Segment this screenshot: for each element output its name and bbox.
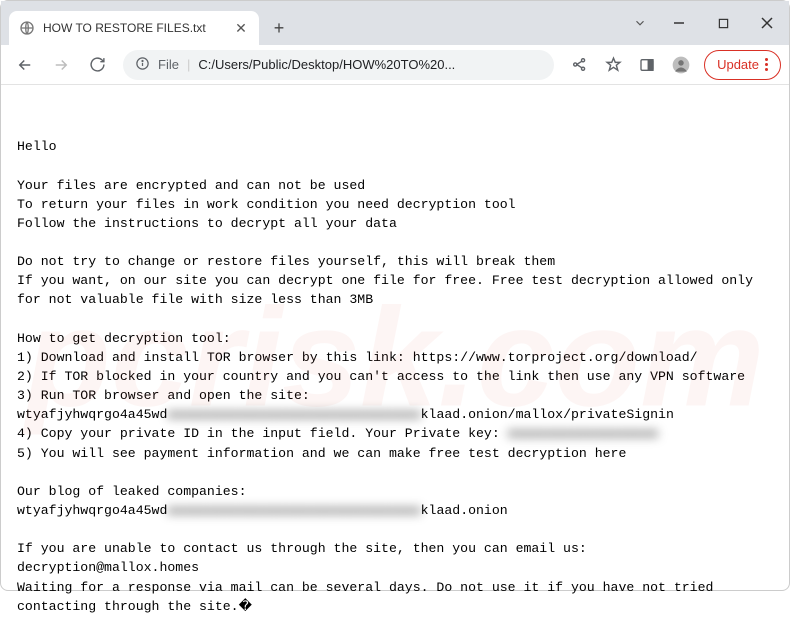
text-greeting: Hello bbox=[17, 139, 57, 154]
url-scheme-label: File bbox=[158, 57, 179, 72]
text-contact: Waiting for a response via mail can be s… bbox=[17, 580, 721, 614]
url-path: C:/Users/Public/Desktop/HOW%20TO%20... bbox=[198, 57, 542, 72]
text-howto-title: How to get decryption tool: bbox=[17, 331, 231, 346]
browser-tab[interactable]: HOW TO RESTORE FILES.txt ✕ bbox=[9, 11, 259, 45]
redacted-text: aaaaaaaaaaaaaaaaaaaaaaaaaaaaaaaa bbox=[167, 407, 420, 422]
share-button[interactable] bbox=[564, 50, 594, 80]
text-step: 1) Download and install TOR browser by t… bbox=[17, 350, 698, 365]
back-button[interactable] bbox=[9, 49, 41, 81]
menu-icon bbox=[765, 58, 768, 71]
text-contact: If you are unable to contact us through … bbox=[17, 541, 587, 556]
window-controls bbox=[623, 1, 789, 45]
tab-title: HOW TO RESTORE FILES.txt bbox=[43, 21, 225, 35]
onion-url-prefix: wtyafjyhwqrgo4a45wd bbox=[17, 503, 167, 518]
info-icon bbox=[135, 56, 150, 74]
bookmark-button[interactable] bbox=[598, 50, 628, 80]
update-label: Update bbox=[717, 57, 759, 72]
tab-close-button[interactable]: ✕ bbox=[233, 20, 249, 36]
redacted-private-key: aaaaaaaaaaaaaaaaaaa bbox=[508, 426, 658, 441]
globe-icon bbox=[19, 20, 35, 36]
text-step: 3) Run TOR browser and open the site: bbox=[17, 388, 310, 403]
forward-button[interactable] bbox=[45, 49, 77, 81]
maximize-button[interactable] bbox=[701, 6, 745, 40]
text-blog-title: Our blog of leaked companies: bbox=[17, 484, 247, 499]
new-tab-button[interactable]: + bbox=[265, 14, 293, 42]
tab-search-button[interactable] bbox=[623, 6, 657, 40]
text-line: To return your files in work condition y… bbox=[17, 197, 516, 212]
text-step: 2) If TOR blocked in your country and yo… bbox=[17, 369, 745, 384]
address-bar[interactable]: File | C:/Users/Public/Desktop/HOW%20TO%… bbox=[123, 50, 554, 80]
reload-button[interactable] bbox=[81, 49, 113, 81]
titlebar: HOW TO RESTORE FILES.txt ✕ + bbox=[1, 1, 789, 45]
text-step: 4) Copy your private ID in the input fie… bbox=[17, 426, 508, 441]
text-line: Your files are encrypted and can not be … bbox=[17, 178, 365, 193]
side-panel-button[interactable] bbox=[632, 50, 662, 80]
onion-url-suffix: klaad.onion bbox=[421, 503, 508, 518]
profile-button[interactable] bbox=[666, 50, 696, 80]
text-step: 5) You will see payment information and … bbox=[17, 446, 626, 461]
text-line: Follow the instructions to decrypt all y… bbox=[17, 216, 397, 231]
text-email: decryption@mallox.homes bbox=[17, 560, 199, 575]
close-window-button[interactable] bbox=[745, 6, 789, 40]
onion-url-suffix: klaad.onion/mallox/privateSignin bbox=[421, 407, 674, 422]
text-line: If you want, on our site you can decrypt… bbox=[17, 273, 761, 307]
text-line: Do not try to change or restore files yo… bbox=[17, 254, 555, 269]
onion-url-prefix: wtyafjyhwqrgo4a45wd bbox=[17, 407, 167, 422]
toolbar: File | C:/Users/Public/Desktop/HOW%20TO%… bbox=[1, 45, 789, 85]
update-button[interactable]: Update bbox=[704, 50, 781, 80]
file-content: pcrisk.com Hello Your files are encrypte… bbox=[1, 85, 789, 630]
minimize-button[interactable] bbox=[657, 6, 701, 40]
redacted-text: aaaaaaaaaaaaaaaaaaaaaaaaaaaaaaaa bbox=[167, 503, 420, 518]
